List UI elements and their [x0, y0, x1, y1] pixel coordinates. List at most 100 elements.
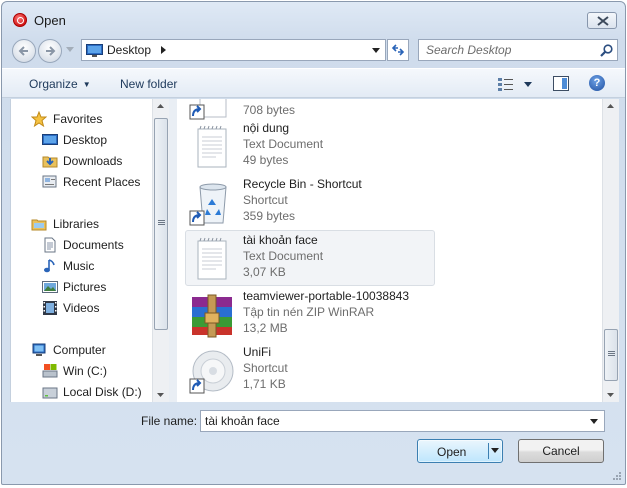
cancel-button[interactable]: Cancel	[518, 439, 604, 463]
preview-pane-icon[interactable]	[553, 76, 569, 91]
file-size: 3,07 KB	[243, 265, 286, 279]
nav-item-drive-d[interactable]: Local Disk (D:)	[11, 382, 153, 402]
scroll-down-icon[interactable]	[157, 393, 164, 397]
nav-item-documents[interactable]: Documents	[11, 235, 153, 255]
file-name: tài khoản face	[243, 233, 318, 247]
nav-computer[interactable]: Computer	[11, 340, 153, 360]
breadcrumb-chevron-icon[interactable]	[161, 46, 166, 54]
desktop-icon	[42, 134, 58, 145]
file-item-selected[interactable]: tài khoản face Text Document 3,07 KB	[185, 230, 435, 286]
file-size: 13,2 MB	[243, 321, 288, 335]
file-item[interactable]: UniFi Shortcut 1,71 KB	[185, 342, 435, 398]
downloads-icon	[42, 156, 58, 168]
pictures-icon	[42, 281, 58, 293]
file-size: 708 bytes	[243, 103, 296, 117]
navigation-list: Favorites Desktop Downloads Recent Place…	[11, 99, 153, 402]
file-name-combobox[interactable]	[200, 410, 605, 432]
navigation-row: Desktop	[2, 35, 625, 65]
libraries-icon	[31, 219, 47, 231]
drive-d-icon	[42, 387, 58, 399]
recent-pages-chevron-icon[interactable]	[66, 47, 74, 53]
file-type: Shortcut	[243, 361, 288, 375]
organize-label: Organize	[29, 77, 78, 91]
nav-item-downloads[interactable]: Downloads	[11, 151, 153, 171]
unifi-shortcut-icon	[189, 350, 234, 394]
change-view-icon[interactable]	[498, 77, 514, 91]
close-button[interactable]	[587, 12, 617, 29]
file-name-input[interactable]	[201, 411, 581, 431]
app-icon	[13, 13, 27, 27]
navigation-scroll-thumb[interactable]	[154, 118, 168, 330]
file-item[interactable]: Recycle Bin - Shortcut Shortcut 359 byte…	[185, 174, 435, 230]
breadcrumb-desktop[interactable]: Desktop	[107, 43, 151, 57]
file-list: 708 bytes nội dung Text Document 49 byte…	[177, 99, 602, 402]
file-name: nội dung	[243, 121, 290, 135]
search-box[interactable]	[418, 39, 618, 61]
nav-item-label: Pictures	[63, 280, 107, 294]
file-name-label: File name:	[141, 414, 198, 428]
refresh-button[interactable]	[387, 39, 409, 61]
file-name-dropdown-icon[interactable]	[590, 419, 598, 424]
nav-item-desktop[interactable]: Desktop	[11, 130, 153, 150]
file-name: teamviewer-portable-10038843	[243, 289, 410, 303]
resize-grip-icon[interactable]	[611, 470, 621, 480]
open-button-divider	[488, 443, 489, 459]
pane-splitter[interactable]	[169, 99, 177, 402]
back-arrow-icon	[18, 46, 28, 56]
search-icon[interactable]	[600, 44, 613, 57]
nav-favorites[interactable]: Favorites	[11, 109, 153, 129]
file-type: Text Document	[243, 137, 324, 151]
navigation-scrollbar[interactable]	[152, 99, 169, 402]
scroll-up-icon[interactable]	[157, 104, 164, 108]
nav-libraries-label: Libraries	[53, 217, 100, 231]
open-options-dropdown-icon[interactable]	[491, 448, 499, 453]
file-name: Recycle Bin - Shortcut	[243, 177, 362, 191]
nav-item-recent-places[interactable]: Recent Places	[11, 172, 153, 192]
music-icon	[44, 259, 55, 273]
nav-item-pictures[interactable]: Pictures	[11, 277, 153, 297]
forward-arrow-icon	[46, 46, 56, 56]
computer-icon	[32, 343, 46, 356]
view-options-dropdown-icon[interactable]	[524, 82, 532, 87]
nav-item-label: Desktop	[63, 133, 108, 147]
winrar-archive-icon	[192, 294, 232, 338]
nav-item-label: Music	[63, 259, 95, 273]
nav-item-drive-c[interactable]: Win (C:)	[11, 361, 153, 381]
drive-c-icon	[42, 364, 58, 378]
nav-item-label: Documents	[63, 238, 124, 252]
back-button[interactable]	[12, 39, 36, 63]
open-button[interactable]: Open	[417, 439, 503, 463]
file-item[interactable]: teamviewer-portable-10038843 Tập tin nén…	[185, 286, 435, 342]
address-bar[interactable]: Desktop	[81, 39, 386, 61]
nav-item-label: Videos	[63, 301, 100, 315]
nav-item-label: Downloads	[63, 154, 123, 168]
documents-icon	[44, 237, 56, 253]
file-name: UniFi	[243, 345, 272, 359]
search-input[interactable]	[419, 40, 597, 60]
refresh-icon	[391, 44, 405, 56]
file-list-scrollbar[interactable]	[602, 99, 619, 402]
open-button-label: Open	[437, 445, 467, 459]
file-item[interactable]: nội dung Text Document 49 bytes	[185, 118, 435, 174]
command-bar: Organize ▼ New folder ?	[2, 68, 625, 98]
nav-favorites-label: Favorites	[53, 112, 103, 126]
title-bar[interactable]: Open	[2, 2, 625, 34]
help-icon[interactable]: ?	[589, 75, 605, 91]
nav-item-music[interactable]: Music	[11, 256, 153, 276]
videos-icon	[43, 301, 57, 315]
new-folder-button[interactable]: New folder	[120, 77, 177, 91]
nav-libraries[interactable]: Libraries	[11, 214, 153, 234]
file-size: 1,71 KB	[243, 377, 286, 391]
file-list-pane: 708 bytes nội dung Text Document 49 byte…	[177, 99, 619, 402]
text-document-icon	[197, 125, 227, 168]
address-dropdown-icon[interactable]	[372, 48, 380, 53]
scroll-down-icon[interactable]	[607, 393, 614, 397]
nav-item-label: Local Disk (D:)	[63, 385, 142, 399]
file-list-scroll-thumb[interactable]	[604, 329, 618, 381]
organize-menu-button[interactable]: Organize ▼	[29, 77, 91, 91]
scroll-up-icon[interactable]	[607, 104, 614, 108]
forward-button[interactable]	[38, 39, 62, 63]
nav-item-videos[interactable]: Videos	[11, 298, 153, 318]
desktop-icon	[86, 44, 103, 57]
favorites-star-icon	[31, 111, 47, 127]
